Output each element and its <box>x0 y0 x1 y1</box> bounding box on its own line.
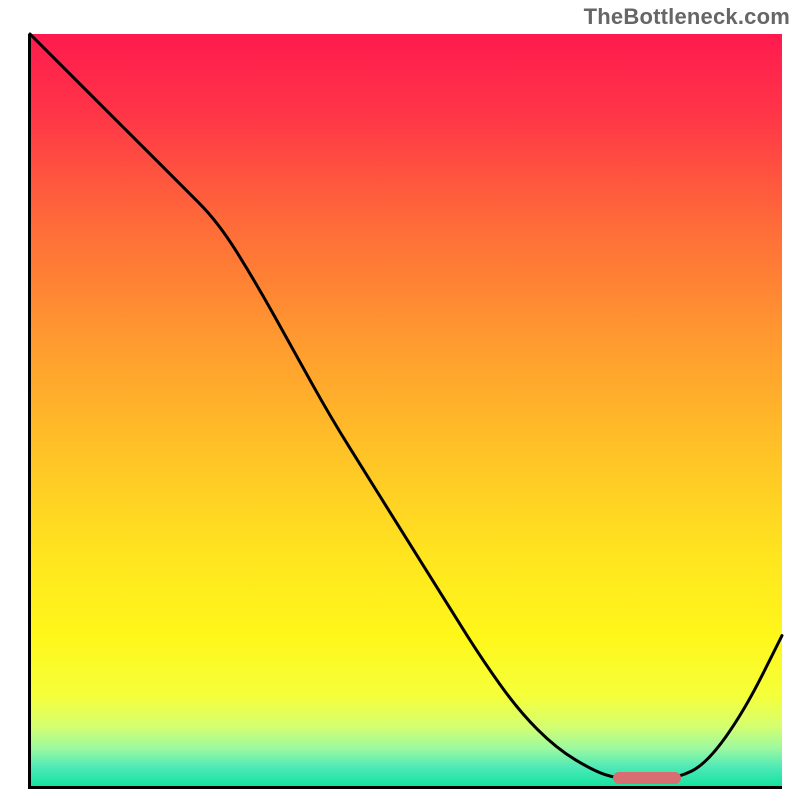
plot-area <box>30 34 782 786</box>
bottleneck-curve <box>30 34 782 786</box>
watermark-text: TheBottleneck.com <box>584 4 790 30</box>
y-axis <box>28 34 31 788</box>
x-axis <box>28 786 782 789</box>
optimal-range-marker <box>613 772 681 784</box>
chart-container: TheBottleneck.com <box>0 0 800 800</box>
